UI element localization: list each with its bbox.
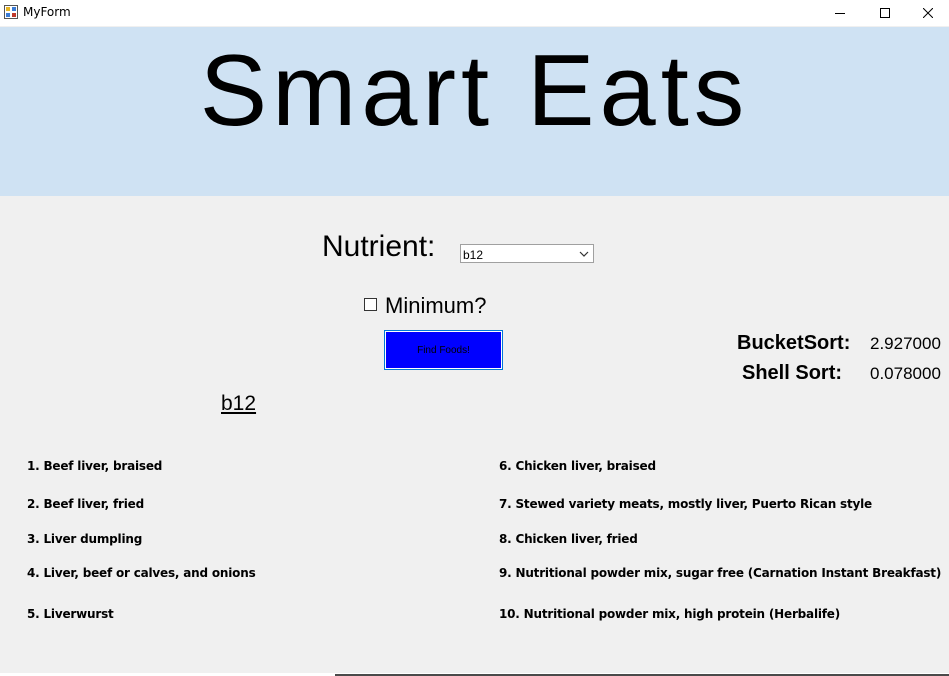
food-item: 6. Chicken liver, braised	[499, 459, 656, 473]
minimum-label[interactable]: Minimum?	[385, 293, 486, 319]
food-item: 2. Beef liver, fried	[27, 497, 144, 511]
banner: Smart Eats	[0, 27, 949, 196]
app-icon	[4, 5, 18, 19]
food-item: 9. Nutritional powder mix, sugar free (C…	[499, 566, 942, 580]
food-item: 7. Stewed variety meats, mostly liver, P…	[499, 497, 872, 511]
result-heading: b12	[221, 392, 257, 415]
bucketsort-value: 2.927000	[870, 334, 941, 353]
find-foods-button-label: Find Foods!	[417, 344, 470, 356]
minimize-icon	[835, 13, 845, 14]
nutrient-label: Nutrient:	[322, 230, 436, 263]
shellsort-label: Shell Sort:	[742, 362, 843, 384]
chevron-down-icon	[579, 251, 589, 257]
food-item: 8. Chicken liver, fried	[499, 532, 638, 546]
close-icon	[923, 8, 933, 18]
close-button[interactable]	[907, 0, 949, 26]
minimize-button[interactable]	[817, 0, 863, 26]
banner-title: Smart Eats	[199, 35, 750, 147]
food-item: 3. Liver dumpling	[27, 532, 143, 546]
nutrient-dropdown[interactable]: b12	[460, 244, 594, 263]
food-item: 4. Liver, beef or calves, and onions	[27, 566, 256, 580]
title-bar: MyForm	[0, 0, 949, 26]
maximize-button[interactable]	[862, 0, 908, 26]
food-item: 1. Beef liver, braised	[27, 459, 163, 473]
food-item: 5. Liverwurst	[27, 607, 114, 621]
find-foods-button[interactable]: Find Foods!	[384, 330, 503, 370]
shellsort-value: 0.078000	[870, 364, 941, 383]
bucketsort-label: BucketSort:	[737, 332, 851, 354]
window-title: MyForm	[23, 5, 71, 19]
nutrient-dropdown-value: b12	[463, 248, 484, 262]
food-item: 10. Nutritional powder mix, high protein…	[499, 607, 841, 621]
maximize-icon	[880, 8, 890, 18]
minimum-checkbox[interactable]	[364, 298, 377, 311]
